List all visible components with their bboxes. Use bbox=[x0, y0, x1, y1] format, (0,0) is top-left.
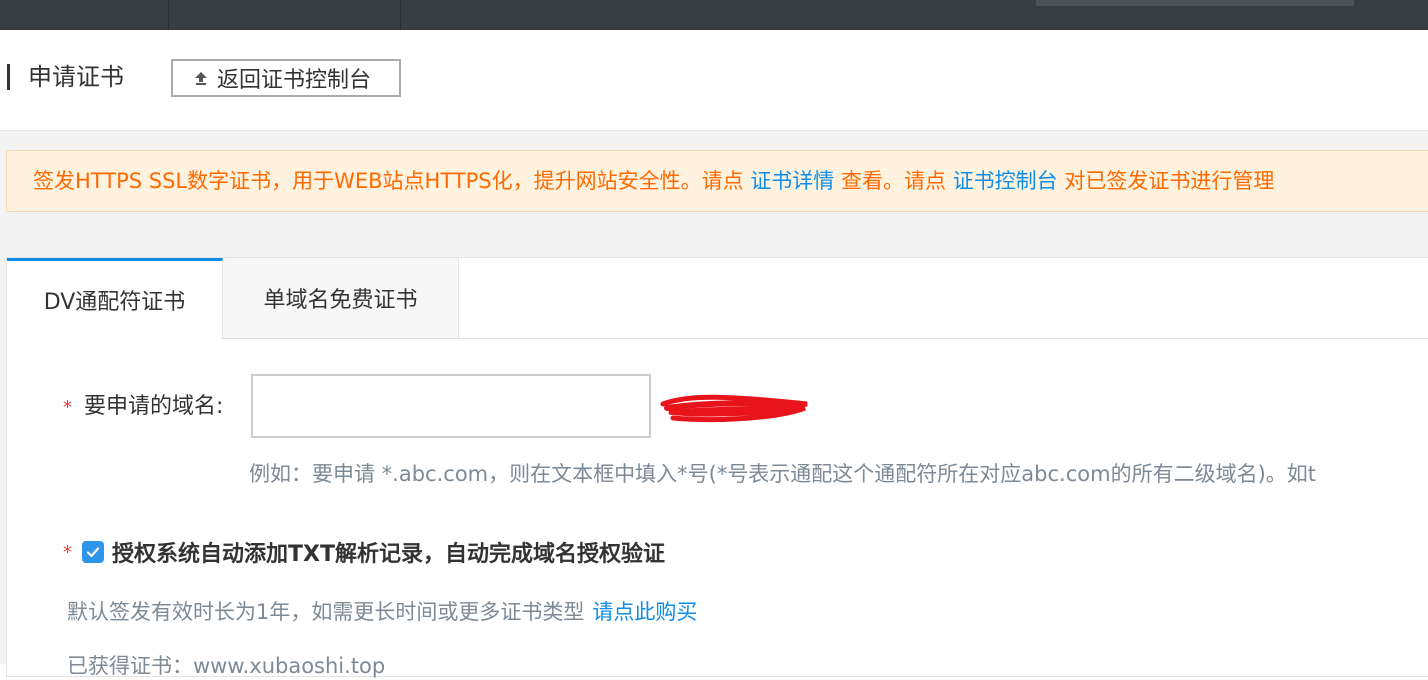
obtained-cert-text: 已获得证书：www.xubaoshi.top bbox=[67, 654, 386, 678]
redaction-scribble bbox=[660, 394, 808, 423]
check-icon bbox=[86, 547, 100, 558]
notice-text-2: 查看。请点 bbox=[841, 169, 946, 193]
info-notice: 签发HTTPS SSL数字证书，用于WEB站点HTTPS化，提升网站安全性。请点… bbox=[6, 150, 1428, 212]
back-button-label: 返回证书控制台 bbox=[217, 68, 372, 93]
required-mark: * bbox=[63, 541, 72, 563]
upload-arrow-icon bbox=[193, 70, 209, 86]
page-title: 申请证书 bbox=[28, 63, 124, 91]
auth-option-row: * 授权系统自动添加TXT解析记录，自动完成域名授权验证 bbox=[63, 536, 665, 568]
tab-single-domain-free[interactable]: 单域名免费证书 bbox=[223, 258, 459, 338]
auth-option-label: 授权系统自动添加TXT解析记录，自动完成域名授权验证 bbox=[112, 542, 665, 567]
buy-link[interactable]: 请点此购买 bbox=[592, 600, 697, 624]
required-mark: * bbox=[63, 397, 72, 418]
domain-hint: 例如：要申请 *.abc.com，则在文本框中填入*号(*号表示通配这个通配符所… bbox=[249, 462, 1317, 486]
apply-form-card: DV通配符证书 单域名免费证书 * 要申请的域名: 例如：要申请 *.abc.co… bbox=[6, 257, 1428, 678]
validity-text: 默认签发有效时长为1年，如需更长时间或更多证书类型 bbox=[67, 600, 585, 624]
notice-text: 签发HTTPS SSL数字证书，用于WEB站点HTTPS化，提升网站安全性。请点… bbox=[33, 167, 1274, 195]
title-accent-bar bbox=[7, 64, 10, 90]
page-header: 申请证书 返回证书控制台 bbox=[0, 30, 1428, 131]
auth-checkbox[interactable] bbox=[82, 541, 104, 563]
domain-label-text: 要申请的域名: bbox=[84, 394, 224, 419]
top-navbar bbox=[0, 0, 1428, 30]
navbar-divider bbox=[400, 0, 401, 30]
domain-label: * 要申请的域名: bbox=[63, 388, 223, 420]
notice-text-3: 对已签发证书进行管理 bbox=[1064, 169, 1275, 193]
cert-detail-link[interactable]: 证书详情 bbox=[750, 169, 834, 193]
navbar-search[interactable] bbox=[1036, 0, 1354, 6]
cert-type-tabs: DV通配符证书 单域名免费证书 bbox=[7, 258, 1428, 339]
tab-dv-wildcard[interactable]: DV通配符证书 bbox=[7, 258, 223, 339]
back-to-console-button[interactable]: 返回证书控制台 bbox=[171, 59, 401, 97]
validity-note: 默认签发有效时长为1年，如需更长时间或更多证书类型 请点此购买 bbox=[67, 596, 697, 626]
domain-input[interactable] bbox=[251, 374, 651, 438]
notice-text-1: 签发HTTPS SSL数字证书，用于WEB站点HTTPS化，提升网站安全性。请点 bbox=[33, 169, 744, 193]
navbar-divider bbox=[168, 0, 169, 30]
cert-console-link[interactable]: 证书控制台 bbox=[953, 169, 1058, 193]
